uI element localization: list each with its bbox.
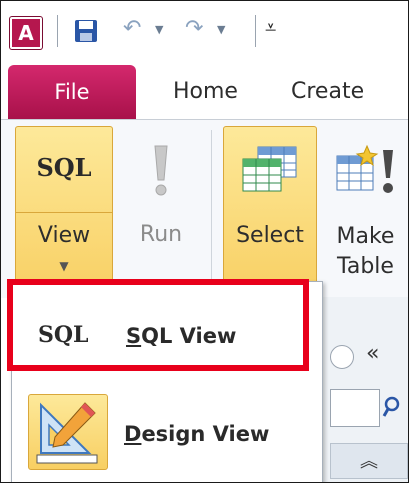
make-table-button[interactable]: Make Table <box>323 126 408 298</box>
qat-separator <box>57 15 58 47</box>
ribbon-separator <box>211 130 212 290</box>
collapse-pane-icon[interactable]: « <box>366 341 379 366</box>
tab-home[interactable]: Home <box>173 65 238 119</box>
select-button-label: Select <box>236 223 304 248</box>
undo-dropdown-icon[interactable]: ▼ <box>155 23 163 36</box>
view-button[interactable]: SQL View ▼ <box>15 126 113 300</box>
sql-view-icon: SQL <box>36 153 92 182</box>
ruler-pencil-icon <box>36 402 98 464</box>
qat-separator <box>255 15 256 47</box>
navigation-pane: « ︽ <box>321 297 408 482</box>
ribbon-design: SQL View ▼ Run Select Make Table <box>1 119 408 300</box>
highlight-box <box>7 279 309 371</box>
tab-create[interactable]: Create <box>291 65 364 119</box>
make-table-label-line1: Make <box>336 224 395 249</box>
undo-icon[interactable]: ↶ <box>123 16 141 41</box>
search-icon[interactable] <box>382 395 406 419</box>
redo-icon[interactable]: ↷ <box>185 16 203 41</box>
view-button-label: View <box>37 223 91 248</box>
select-query-button[interactable]: Select <box>223 126 317 300</box>
make-table-icon <box>336 144 393 193</box>
save-icon[interactable] <box>74 19 98 43</box>
nav-search-input[interactable] <box>330 389 380 427</box>
access-app-icon[interactable]: A <box>10 17 42 49</box>
design-view-label-rest: esign View <box>141 422 270 446</box>
customize-qat-icon[interactable]: ⩡ <box>265 15 276 39</box>
menu-item-design-view[interactable]: Design View <box>12 386 322 482</box>
select-query-icon <box>242 146 297 192</box>
redo-dropdown-icon[interactable]: ▼ <box>217 23 225 36</box>
make-table-label-line2: Table <box>337 254 394 279</box>
quick-access-toolbar: A ↶ ▼ ↷ ▼ ⩡ <box>1 1 408 57</box>
run-button-label: Run <box>139 222 183 247</box>
expand-group-icon[interactable]: ︽ <box>360 447 378 473</box>
view-button-top[interactable]: SQL <box>16 127 112 213</box>
make-table-label: Make Table <box>323 222 408 282</box>
run-button[interactable]: Run <box>121 126 201 298</box>
design-view-label: Design View <box>124 422 269 446</box>
design-view-icon <box>28 394 108 470</box>
exclamation-icon <box>154 145 168 196</box>
chevron-down-icon: ▼ <box>59 259 69 273</box>
access-window: A ↶ ▼ ↷ ▼ ⩡ File Home Create SQL View ▼ <box>0 0 409 483</box>
design-view-accelerator: D <box>124 422 142 446</box>
nav-menu-icon[interactable] <box>330 345 354 369</box>
ribbon-tabs: File Home Create <box>1 57 408 119</box>
tab-file[interactable]: File <box>8 65 136 119</box>
